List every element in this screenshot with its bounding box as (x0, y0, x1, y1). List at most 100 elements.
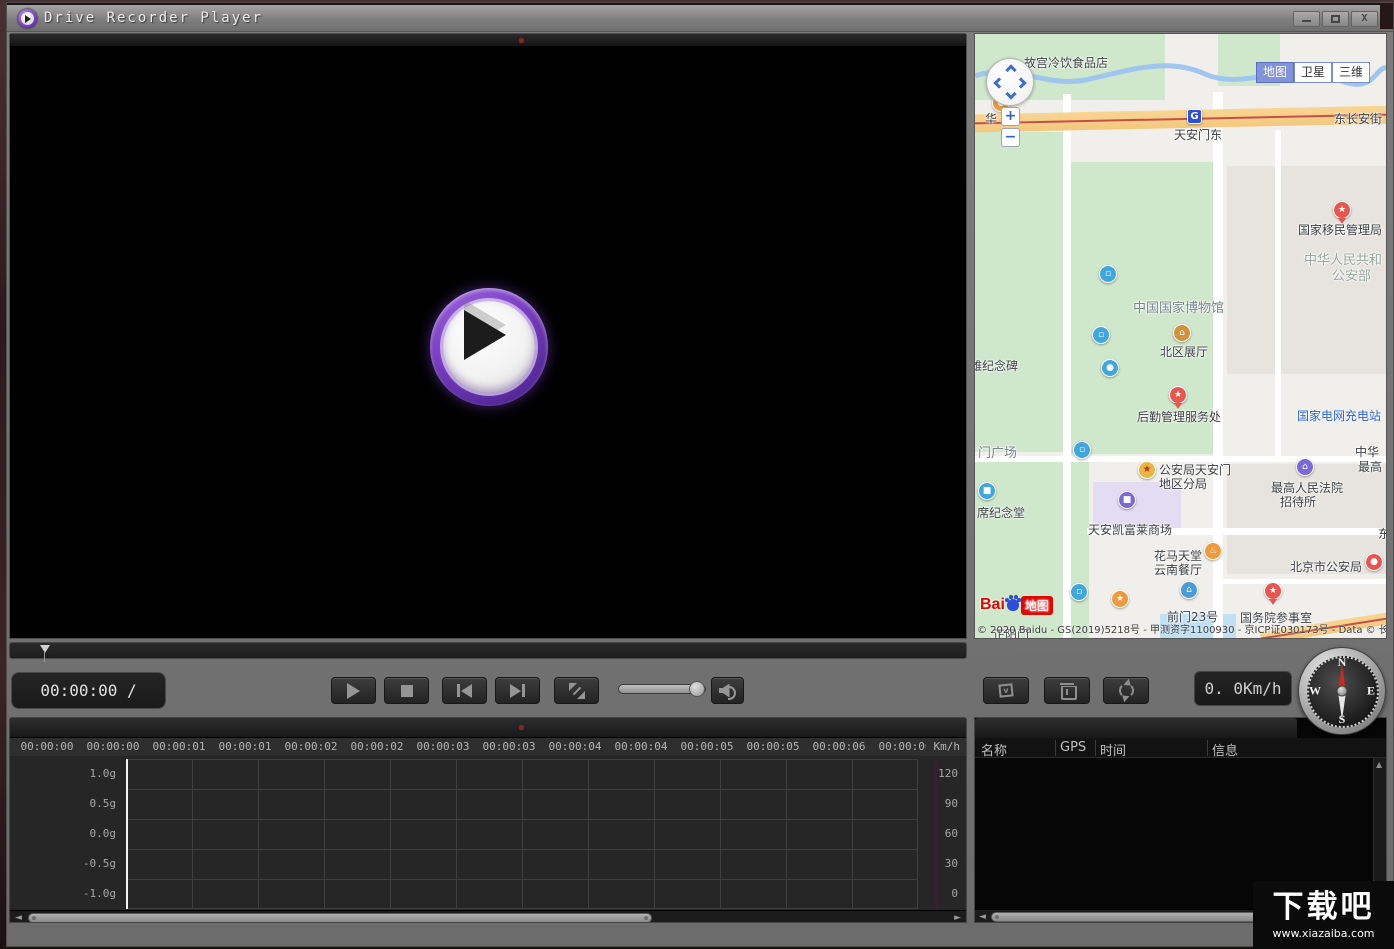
map-label: 天安门东 (1174, 126, 1222, 143)
map-label: 国家电网充电站 (1297, 407, 1381, 424)
speed-axis-label: 120 (938, 767, 958, 780)
stop-button[interactable] (384, 677, 429, 704)
seek-bar[interactable] (9, 642, 967, 659)
delete-button[interactable] (1044, 677, 1090, 704)
watermark: 下载吧 www.xiazaiba.com (1253, 881, 1394, 949)
minimize-button[interactable] (1293, 11, 1320, 27)
g-axis-label: 0.5g (90, 797, 117, 810)
map-road (1275, 130, 1281, 460)
desktop-background: Drive Recorder Player X (0, 0, 1394, 949)
column-divider (1095, 740, 1096, 756)
map-poi-icon: G (1187, 109, 1202, 124)
watermark-title: 下载吧 (1273, 890, 1375, 924)
map-poi-icon: ♨ (1204, 542, 1222, 560)
title-bar[interactable]: Drive Recorder Player X (7, 5, 1393, 32)
close-button[interactable]: X (1351, 11, 1378, 27)
refresh-icon (1119, 683, 1134, 698)
window-title: Drive Recorder Player (44, 10, 263, 26)
map-label: 故宫冷饮食品店 (1024, 54, 1108, 71)
chart-horizontal-scrollbar[interactable]: ◄ ► (10, 910, 966, 923)
volume-slider[interactable] (618, 684, 706, 694)
pan-down-icon[interactable] (1005, 88, 1016, 99)
zoom-in-button[interactable]: + (1001, 107, 1020, 126)
seek-marker[interactable] (40, 645, 50, 653)
next-frame-button[interactable] (495, 677, 540, 704)
previous-icon (457, 684, 472, 698)
maximize-icon (1331, 15, 1340, 23)
zoom-out-button[interactable]: − (1001, 128, 1020, 147)
map-type-button-三维[interactable]: 三维 (1332, 62, 1370, 83)
map-label: 国家移民管理局 (1298, 221, 1382, 238)
map-label: 地区分局 (1159, 475, 1207, 492)
fullscreen-icon (569, 683, 585, 699)
clip-button[interactable]: v (983, 677, 1029, 704)
play-icon (347, 683, 360, 699)
chart-cursor-line (126, 759, 128, 909)
baidu-logo[interactable]: Bai 地图 (980, 594, 1053, 616)
chart-time-label: 00:00:05 (747, 740, 800, 753)
speed-axis-label: 30 (945, 857, 958, 870)
pan-up-icon[interactable] (1005, 64, 1016, 75)
maximize-button[interactable] (1322, 11, 1349, 27)
map-type-switcher: 地图卫星三维 (1256, 62, 1370, 83)
pan-left-icon[interactable] (993, 77, 1004, 88)
play-button[interactable] (331, 677, 376, 704)
chart-plot-area: 1.0g0.5g0.0g-0.5g-1.0g 1209060300 (10, 756, 966, 909)
map-label: 华 (985, 110, 997, 127)
g-axis-labels: 1.0g0.5g0.0g-0.5g-1.0g (10, 756, 120, 909)
table-header-row: 名称GPS时间信息 (975, 738, 1386, 758)
video-clip-icon: v (998, 683, 1013, 697)
refresh-button[interactable] (1103, 677, 1149, 704)
chart-scroll-thumb[interactable] (28, 913, 652, 923)
fullscreen-button[interactable] (554, 677, 599, 704)
map-poi-icon: ⌂ (1180, 581, 1198, 599)
mute-button[interactable] (711, 677, 744, 704)
compass-north-label: N (1338, 655, 1347, 670)
compass: N E S W (1298, 647, 1386, 735)
volume-knob[interactable] (689, 681, 705, 697)
map-poi-icon: ★ (1111, 590, 1129, 608)
scroll-up-icon[interactable]: ▲ (1376, 760, 1382, 769)
map-label: 天安凯富莱商场 (1088, 521, 1172, 538)
table-column-header: 信息 (1212, 740, 1238, 759)
speed-axis-label: 90 (945, 797, 958, 810)
desktop-corner (1380, 3, 1393, 29)
map-green-area (975, 132, 1067, 452)
scroll-left-icon[interactable]: ◄ (979, 911, 986, 923)
previous-frame-button[interactable] (442, 677, 487, 704)
map-panel[interactable]: ●G★▫▫●⌂★▫★⌂■■♨●▫★⌂★ 故宫冷饮食品店东长安街华天安门东国家移民… (974, 33, 1387, 639)
chart-time-label: 00:00:00 (87, 740, 140, 753)
g-axis-label: -0.5g (83, 857, 116, 870)
map-poi-icon: ● (1101, 359, 1119, 377)
map-label: 雄纪念碑 (974, 357, 1018, 374)
map-pin-icon: ★ (1169, 386, 1187, 404)
video-panel[interactable] (9, 33, 967, 639)
chart-time-label: 00:00:05 (681, 740, 734, 753)
chart-time-label: 00:00:02 (351, 740, 404, 753)
g-axis-label: -1.0g (83, 887, 116, 900)
speed-display: 0. 0Km/h (1194, 671, 1292, 706)
speed-axis-labels: 1209060300 (926, 756, 964, 909)
pan-right-icon[interactable] (1015, 77, 1026, 88)
speed-axis-label: 60 (945, 827, 958, 840)
panel-grip-icon (519, 38, 524, 43)
gsensor-speed-chart-panel: 00:00:0600:00:0600:00:0500:00:0500:00:04… (9, 717, 967, 923)
scroll-right-icon[interactable]: ► (954, 912, 961, 923)
chart-time-label: 00:00:01 (153, 740, 206, 753)
stop-icon (401, 685, 413, 697)
map-type-button-卫星[interactable]: 卫星 (1294, 62, 1332, 83)
chart-time-label: 00:00:04 (615, 740, 668, 753)
table-column-header: GPS (1060, 740, 1086, 755)
map-type-button-地图[interactable]: 地图 (1256, 62, 1294, 83)
scroll-left-icon[interactable]: ◄ (15, 912, 22, 923)
chart-time-label: 00:00:02 (285, 740, 338, 753)
map-label: 门广场 (978, 442, 1017, 461)
chart-panel-header (10, 718, 966, 738)
map-label: 北京市公安局 (1290, 558, 1362, 575)
app-play-icon (18, 9, 37, 28)
column-divider (1055, 740, 1056, 756)
speaker-icon (719, 684, 737, 698)
compass-west-label: W (1309, 684, 1321, 699)
map-pan-control[interactable] (986, 58, 1034, 106)
video-panel-header (10, 34, 966, 47)
